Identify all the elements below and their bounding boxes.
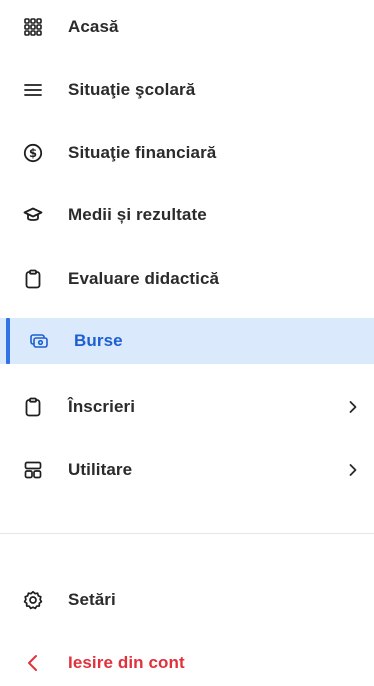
logout-button[interactable]: Iesire din cont: [0, 640, 374, 686]
dollar-icon: $: [22, 142, 44, 164]
menu-item-medii-rezultate[interactable]: Medii și rezultate: [0, 192, 374, 238]
menu-item-utilitare[interactable]: Utilitare: [0, 447, 374, 493]
menu-item-acasa[interactable]: Acasă: [0, 4, 374, 50]
clipboard-icon: [22, 268, 44, 290]
menu-item-label: Evaluare didactică: [68, 269, 220, 288]
logout-label: Iesire din cont: [68, 653, 185, 672]
sidebar-menu: Acasă Situaţie şcolară $ Situaţie financ…: [0, 0, 374, 675]
list-icon: [22, 79, 44, 101]
menu-item-situatie-financiara[interactable]: $ Situaţie financiară: [0, 130, 374, 176]
layout-icon: [22, 459, 44, 481]
menu-item-label: Înscrieri: [68, 397, 136, 416]
menu-item-evaluare-didactica[interactable]: Evaluare didactică: [0, 256, 374, 302]
menu-item-inscrieri[interactable]: Înscrieri: [0, 384, 374, 430]
menu-divider: [0, 533, 374, 534]
menu-item-label: Situaţie financiară: [68, 143, 217, 162]
chevron-right-icon[interactable]: [346, 400, 360, 414]
clipboard-icon: [22, 396, 44, 418]
gear-icon: [22, 589, 44, 611]
active-indicator: [6, 318, 10, 364]
graduation-cap-icon: [22, 204, 44, 226]
menu-item-label: Burse: [74, 331, 123, 350]
menu-item-setari[interactable]: Setări: [0, 577, 374, 623]
chevron-right-icon[interactable]: [346, 463, 360, 477]
grid-icon: [22, 16, 44, 38]
menu-item-label: Acasă: [68, 17, 119, 36]
menu-item-label: Situaţie şcolară: [68, 80, 196, 99]
menu-item-label: Medii și rezultate: [68, 205, 207, 224]
chevron-left-icon: [22, 652, 44, 674]
settings-label: Setări: [68, 590, 116, 609]
menu-item-label: Utilitare: [68, 460, 133, 479]
menu-item-situatie-scolara[interactable]: Situaţie şcolară: [0, 67, 374, 113]
svg-text:$: $: [29, 146, 37, 160]
menu-item-burse[interactable]: Burse: [0, 318, 374, 364]
banknote-icon: [28, 330, 50, 352]
